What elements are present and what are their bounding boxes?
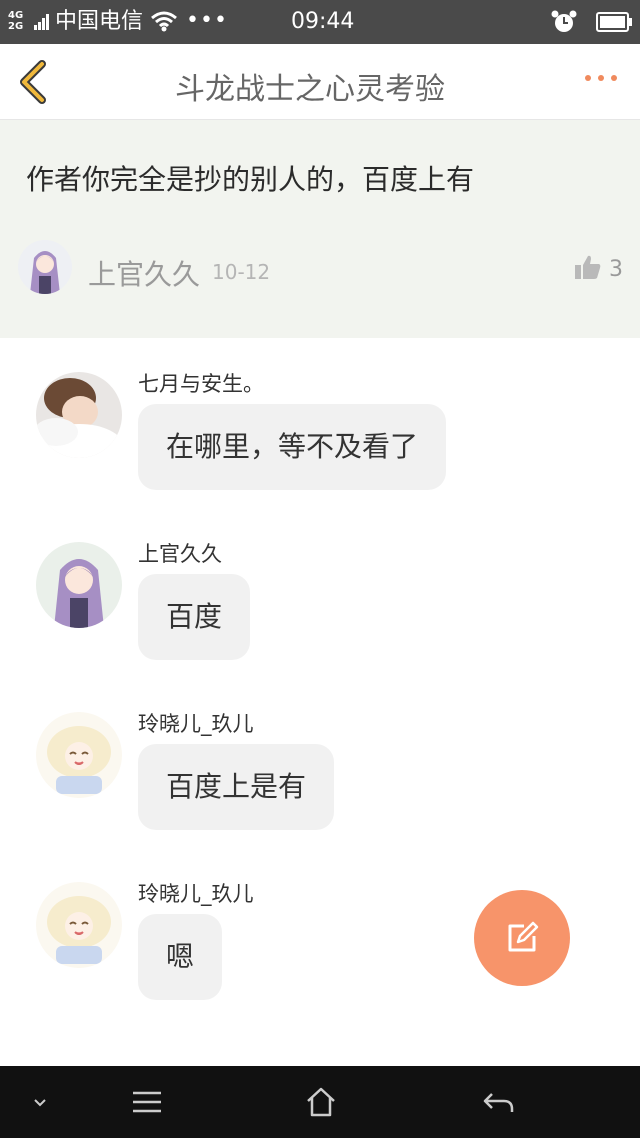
- avatar[interactable]: [36, 882, 122, 968]
- alarm-icon: [551, 10, 577, 32]
- chevron-down-icon[interactable]: [22, 1084, 58, 1120]
- thumbs-up-icon[interactable]: [574, 254, 602, 280]
- reply-author[interactable]: 上官久久: [138, 538, 222, 568]
- post-date: 10-12: [212, 260, 271, 284]
- home-icon[interactable]: [303, 1084, 339, 1120]
- reply-author[interactable]: 玲晓儿_玖儿: [138, 708, 254, 738]
- reply-bubble: 百度上是有: [138, 744, 335, 830]
- reply-item: 七月与安生。 在哪里，等不及看了: [0, 372, 640, 532]
- anime-girl-avatar-icon: [36, 542, 122, 628]
- more-dots-icon[interactable]: [582, 68, 622, 88]
- header-bar: 斗龙战士之心灵考验: [0, 44, 640, 120]
- reply-bubble: 百度: [138, 574, 251, 660]
- anime-girl-avatar-icon: [36, 882, 122, 968]
- compose-icon: [508, 921, 539, 952]
- avatar[interactable]: [18, 240, 72, 294]
- reply-item: 上官久久 百度: [0, 542, 640, 702]
- wifi-icon: [151, 11, 177, 32]
- back-icon[interactable]: [480, 1084, 516, 1120]
- menu-icon[interactable]: [129, 1084, 165, 1120]
- back-arrow-icon[interactable]: [14, 58, 54, 106]
- status-bar: 4G 2G 中国电信 ••• 09:44: [0, 0, 640, 44]
- avatar[interactable]: [36, 542, 122, 628]
- avatar[interactable]: [36, 372, 122, 458]
- reply-bubble: 嗯: [138, 914, 223, 1000]
- reply-item: 玲晓儿_玖儿 百度上是有: [0, 712, 640, 872]
- carrier-name: 中国电信: [55, 9, 144, 34]
- post-author[interactable]: 上官久久: [88, 253, 200, 293]
- original-post: 作者你完全是抄的别人的，百度上有 上官久久 10-12 3: [0, 120, 640, 338]
- reply-bubble: 在哪里，等不及看了: [138, 404, 447, 490]
- network-type: 4G 2G: [8, 10, 24, 32]
- reply-author[interactable]: 七月与安生。: [138, 368, 264, 398]
- signal-icon: [34, 14, 49, 30]
- clock: 09:44: [291, 9, 355, 34]
- reply-author[interactable]: 玲晓儿_玖儿: [138, 878, 254, 908]
- avatar[interactable]: [36, 712, 122, 798]
- anime-girl-avatar-icon: [36, 712, 122, 798]
- post-content: 作者你完全是抄的别人的，百度上有: [26, 163, 475, 196]
- page-title: 斗龙战士之心灵考验: [175, 72, 445, 107]
- system-nav-bar: [0, 1066, 640, 1138]
- battery-icon: [596, 12, 632, 32]
- more-notifications: •••: [186, 8, 228, 33]
- photo-avatar-icon: [36, 372, 122, 458]
- compose-button[interactable]: [474, 890, 570, 986]
- anime-girl-avatar-icon: [18, 240, 72, 294]
- like-count: 3: [609, 257, 623, 282]
